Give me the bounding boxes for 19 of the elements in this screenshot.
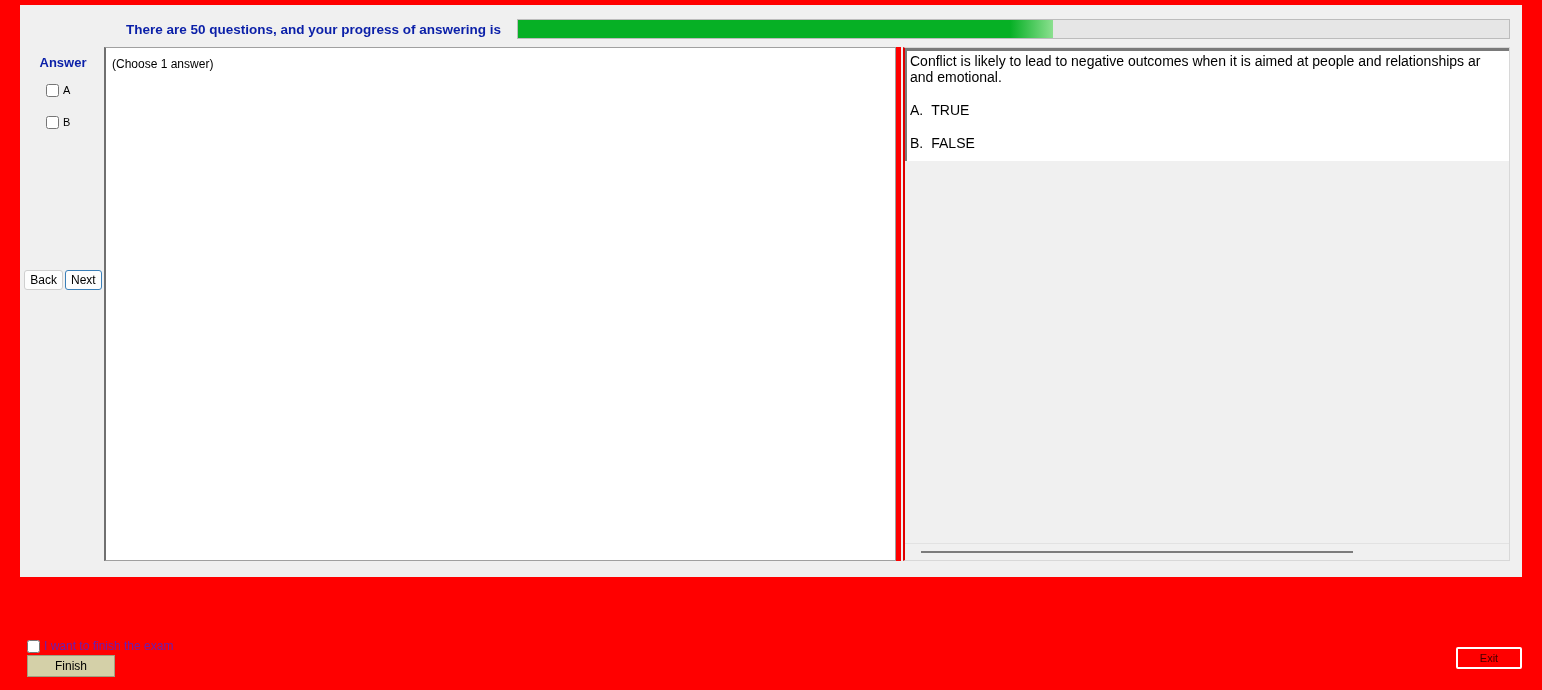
choice-letter: A.	[910, 102, 924, 118]
choice-text: FALSE	[931, 135, 975, 151]
option-label: A	[63, 84, 71, 96]
answer-title: Answer	[39, 55, 87, 70]
question-text: Conflict is likely to lead to negative outcomes when it is aimed at people and relationships ar	[910, 53, 1482, 69]
finish-checkbox[interactable]	[27, 639, 40, 653]
exit-button[interactable]: Exit	[1456, 647, 1522, 669]
instruction-text: (Choose 1 answer)	[112, 57, 214, 71]
back-button[interactable]: Back	[24, 270, 63, 290]
option-label: B	[63, 116, 71, 128]
progress-caption: There are 50 questions, and your progress of answering is	[126, 21, 502, 37]
choice-letter: B.	[910, 135, 924, 151]
question-text: and emotional.	[910, 69, 1003, 85]
finish-label: I want to finish the exam	[44, 639, 174, 653]
finish-button[interactable]: Finish	[27, 655, 115, 677]
answer-checkbox[interactable]	[46, 115, 59, 129]
next-button[interactable]: Next	[65, 270, 102, 290]
answer-checkbox[interactable]	[46, 83, 59, 97]
choice-text: TRUE	[931, 102, 970, 118]
